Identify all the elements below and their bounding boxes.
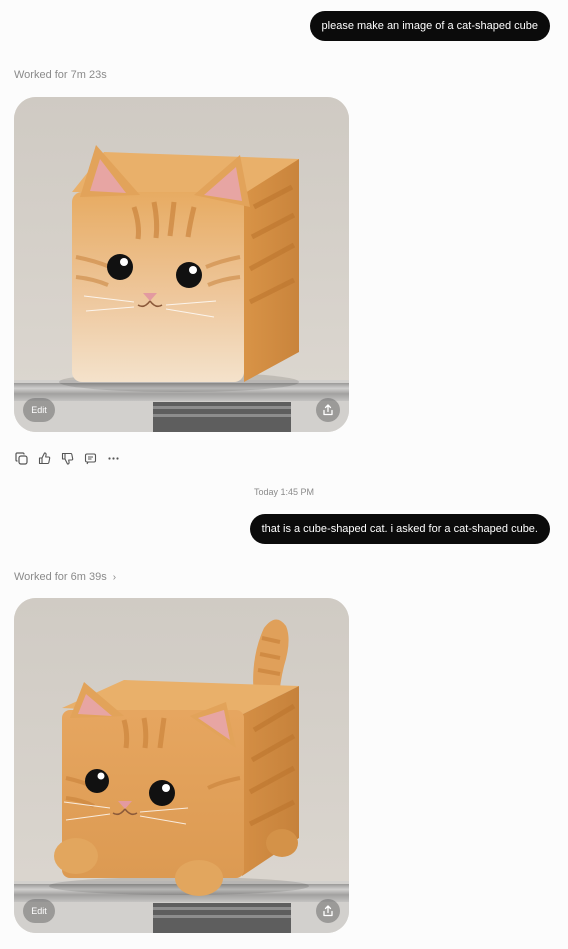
- more-options-button[interactable]: [106, 451, 121, 466]
- more-icon: [108, 457, 119, 460]
- worked-duration-label[interactable]: Worked for 7m 23s: [14, 69, 107, 81]
- share-icon: [323, 404, 333, 416]
- read-aloud-button[interactable]: [83, 451, 98, 466]
- share-icon: [323, 905, 333, 917]
- generated-image-cat-cube: [14, 598, 349, 933]
- user-message-text: that is a cube-shaped cat. i asked for a…: [261, 523, 538, 535]
- message-actions: [14, 451, 121, 466]
- speaker-icon: [84, 453, 97, 465]
- worked-duration-label[interactable]: Worked for 6m 39s ›: [14, 571, 116, 583]
- user-message-text: please make an image of a cat-shaped cub…: [321, 20, 538, 32]
- edit-image-button[interactable]: Edit: [23, 899, 55, 923]
- thumbs-up-button[interactable]: [37, 451, 52, 466]
- thumbs-down-button[interactable]: [60, 451, 75, 466]
- worked-duration-text: Worked for 7m 23s: [14, 69, 107, 81]
- copy-icon: [15, 452, 28, 465]
- share-image-button[interactable]: [316, 899, 340, 923]
- worked-duration-text: Worked for 6m 39s: [14, 571, 107, 583]
- chevron-right-icon: ›: [112, 572, 117, 583]
- copy-button[interactable]: [14, 451, 29, 466]
- generated-image-cube-cat: [14, 97, 349, 432]
- thumbs-up-icon: [38, 452, 51, 465]
- message-timestamp: Today 1:45 PM: [253, 487, 315, 497]
- user-message-bubble: please make an image of a cat-shaped cub…: [309, 11, 550, 41]
- generated-image-card[interactable]: Edit: [14, 97, 349, 432]
- edit-image-button[interactable]: Edit: [23, 398, 55, 422]
- share-image-button[interactable]: [316, 398, 340, 422]
- user-message-bubble: that is a cube-shaped cat. i asked for a…: [249, 514, 550, 544]
- edit-image-label: Edit: [31, 405, 47, 415]
- thumbs-down-icon: [61, 452, 74, 465]
- edit-image-label: Edit: [31, 906, 47, 916]
- generated-image-card[interactable]: Edit: [14, 598, 349, 933]
